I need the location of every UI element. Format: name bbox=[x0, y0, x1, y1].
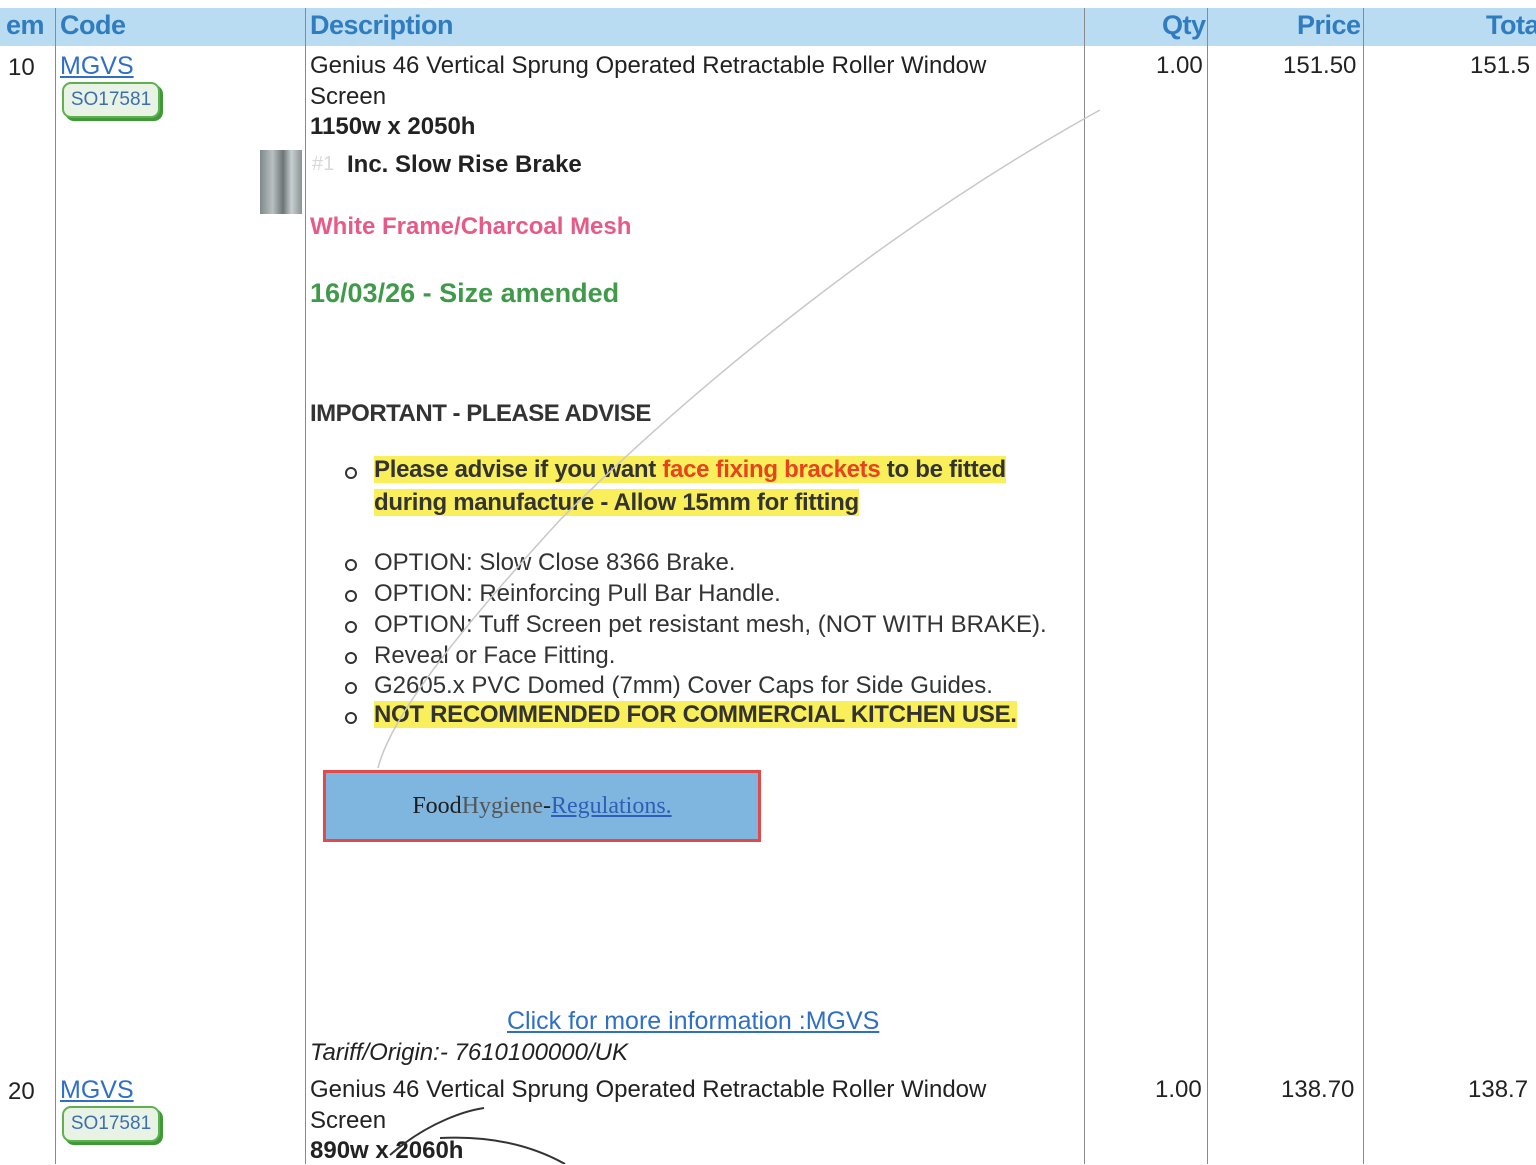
separator: - bbox=[543, 792, 551, 819]
warning-text: NOT RECOMMENDED FOR COMMERCIAL KITCHEN U… bbox=[374, 701, 1017, 728]
column-divider bbox=[55, 8, 56, 1164]
warning-item: NOT RECOMMENDED FOR COMMERCIAL KITCHEN U… bbox=[374, 701, 1017, 729]
header-total: Tota bbox=[1486, 10, 1536, 40]
sales-order-badge[interactable]: SO17581 bbox=[62, 82, 160, 118]
column-divider bbox=[305, 8, 306, 1164]
bullet-icon bbox=[345, 467, 357, 479]
total-value: 151.5 bbox=[1470, 52, 1531, 79]
header-price: Price bbox=[1297, 10, 1361, 40]
qty-value: 1.00 bbox=[1156, 52, 1203, 79]
bullet-icon bbox=[345, 559, 357, 571]
advise-text: during manufacture - Allow 15mm for fitt… bbox=[374, 489, 859, 516]
description-line: Genius 46 Vertical Sprung Operated Retra… bbox=[310, 1076, 987, 1103]
item-number: 20 bbox=[8, 1078, 35, 1105]
regulations-link[interactable]: Regulations. bbox=[551, 793, 672, 820]
size-text: 1150w x 2050h bbox=[310, 113, 476, 140]
color-text: White Frame/Charcoal Mesh bbox=[310, 213, 632, 240]
food-label: Food bbox=[412, 792, 462, 819]
option-list-item: Reveal or Face Fitting. bbox=[374, 642, 616, 669]
description-line: Screen bbox=[310, 1107, 387, 1134]
advise-line: during manufacture - Allow 15mm for fitt… bbox=[374, 489, 859, 517]
column-divider bbox=[1084, 8, 1085, 1164]
hygiene-label: Hygiene bbox=[461, 792, 543, 819]
column-divider bbox=[1363, 8, 1364, 1164]
option-text: Inc. Slow Rise Brake bbox=[347, 151, 582, 178]
bullet-icon bbox=[345, 590, 357, 602]
option-list-item: OPTION: Tuff Screen pet resistant mesh, … bbox=[374, 611, 1047, 638]
amendment-note: 16/03/26 - Size amended bbox=[310, 278, 620, 308]
option-list-item: OPTION: Reinforcing Pull Bar Handle. bbox=[374, 580, 781, 607]
size-text: 890w x 2060h bbox=[310, 1137, 464, 1164]
column-divider bbox=[1207, 8, 1208, 1164]
bullet-icon bbox=[345, 712, 357, 724]
advise-highlight: face fixing brackets bbox=[662, 456, 881, 483]
advise-line: Please advise if you want face fixing br… bbox=[374, 456, 1006, 484]
product-thumbnail bbox=[260, 150, 302, 214]
food-hygiene-box: Food Hygiene - Regulations. bbox=[323, 770, 761, 842]
bullet-icon bbox=[345, 652, 357, 664]
option-list-item: OPTION: Slow Close 8366 Brake. bbox=[374, 549, 736, 576]
advise-text: to be fitted bbox=[880, 456, 1006, 483]
important-heading: IMPORTANT - PLEASE ADVISE bbox=[310, 400, 651, 427]
option-number: #1 bbox=[312, 153, 335, 175]
description-line: Screen bbox=[310, 83, 387, 110]
sales-order-badge[interactable]: SO17581 bbox=[62, 1106, 160, 1142]
header-qty: Qty bbox=[1162, 10, 1206, 40]
product-code-link[interactable]: MGVS bbox=[60, 1076, 134, 1105]
description-line: Genius 46 Vertical Sprung Operated Retra… bbox=[310, 52, 987, 79]
item-number: 10 bbox=[8, 54, 35, 81]
tariff-text: Tariff/Origin:- 7610100000/UK bbox=[310, 1039, 628, 1066]
more-info-link[interactable]: Click for more information :MGVS bbox=[507, 1007, 879, 1036]
price-value: 151.50 bbox=[1283, 52, 1357, 79]
header-description: Description bbox=[310, 10, 454, 40]
header-item: em bbox=[6, 10, 45, 40]
product-code-link[interactable]: MGVS bbox=[60, 52, 134, 81]
header-code: Code bbox=[60, 10, 126, 40]
bullet-icon bbox=[345, 621, 357, 633]
total-value: 138.7 bbox=[1468, 1076, 1529, 1103]
price-value: 138.70 bbox=[1281, 1076, 1355, 1103]
advise-text: Please advise if you want bbox=[374, 456, 663, 483]
bullet-icon bbox=[345, 682, 357, 694]
option-list-item: G2605.x PVC Domed (7mm) Cover Caps for S… bbox=[374, 672, 993, 699]
qty-value: 1.00 bbox=[1155, 1076, 1202, 1103]
